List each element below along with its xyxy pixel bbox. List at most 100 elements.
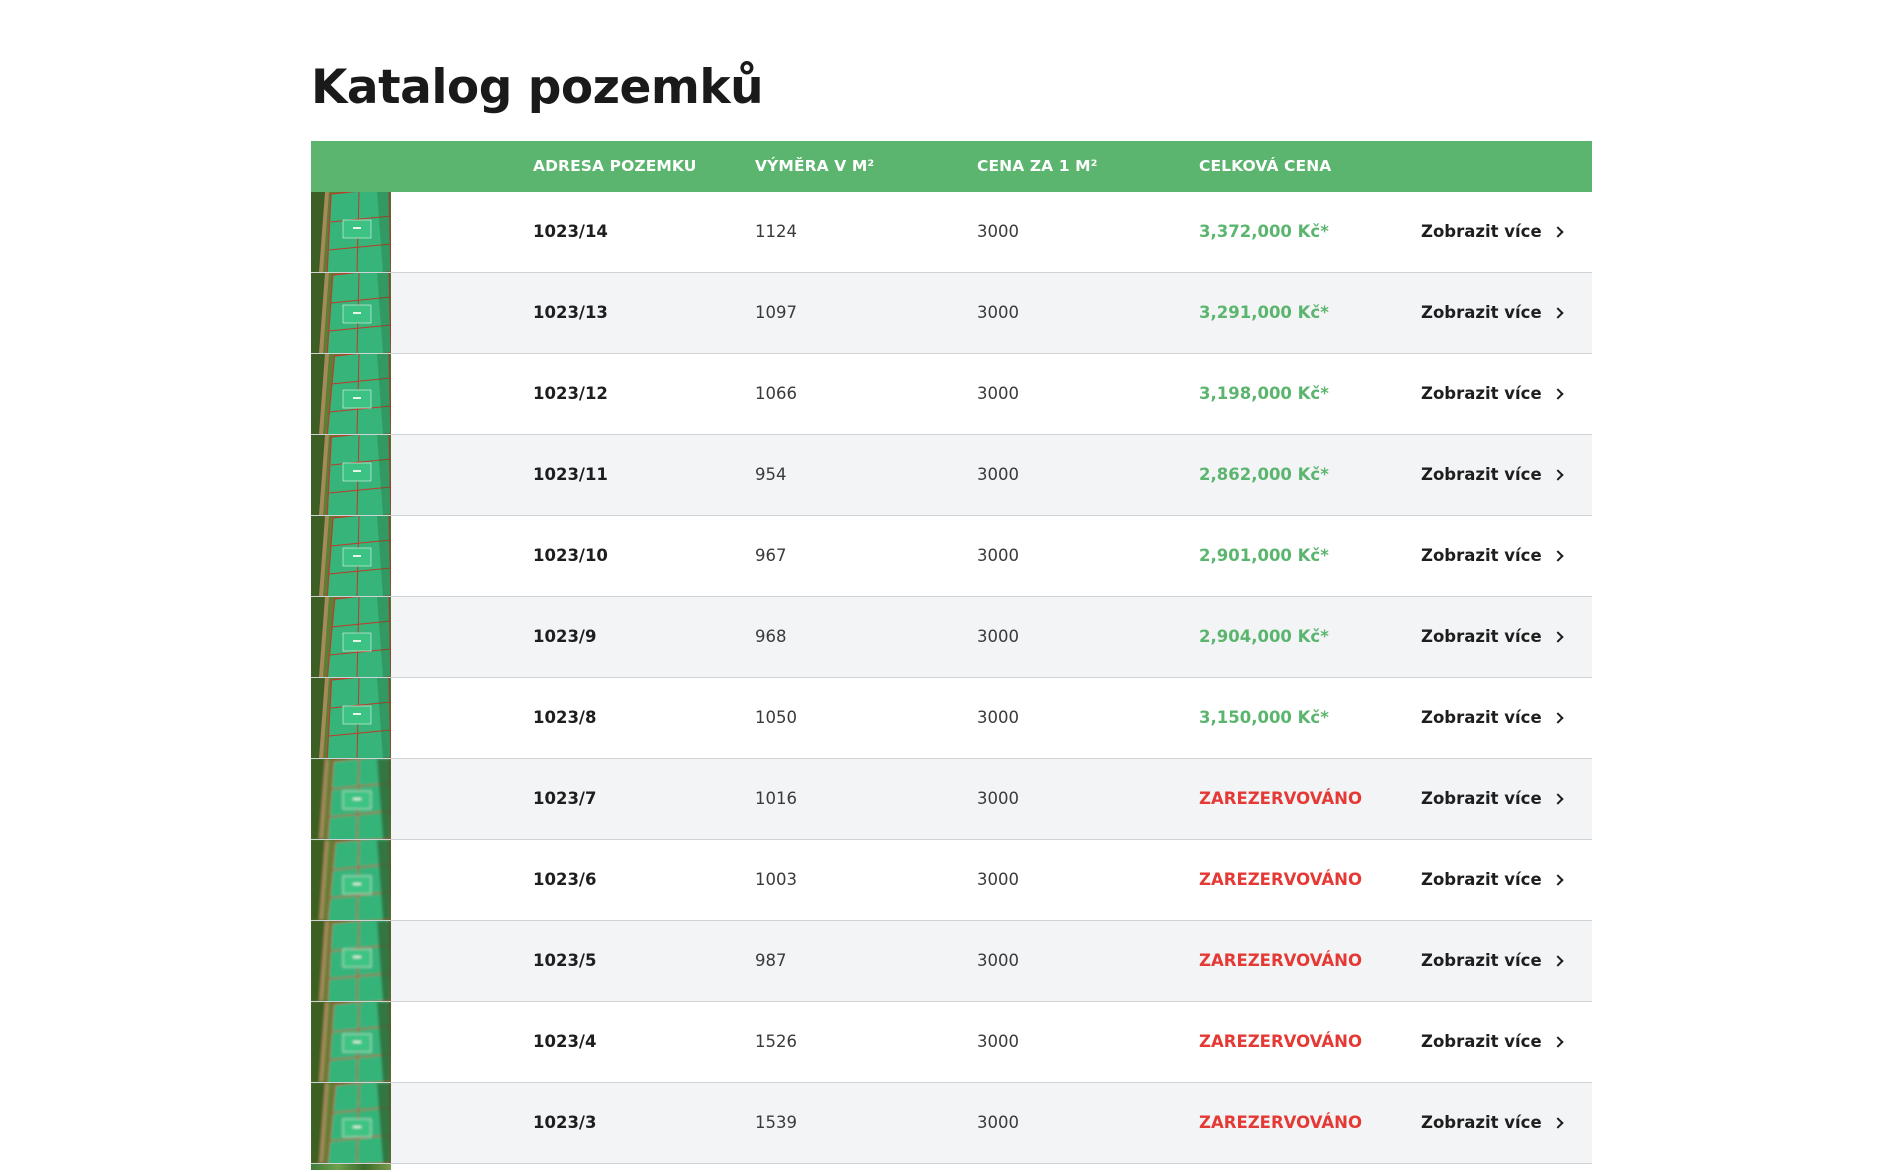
table-row: 1023/8 1050 3000 3,150,000 Kč* Zobrazit více (311, 678, 1592, 759)
plot-thumbnail[interactable] (311, 273, 391, 353)
plot-total-price: 3,150,000 Kč* (1199, 708, 1329, 727)
chevron-right-icon (1551, 226, 1564, 238)
chevron-right-icon (1551, 388, 1564, 400)
plot-catalog-table: ADRESA POZEMKU VÝMĚRA V M² CENA ZA 1 M² … (311, 141, 1592, 1170)
chevron-right-icon (1551, 874, 1564, 886)
plot-area: 1526 (755, 1032, 797, 1051)
show-more-label: Zobrazit více (1421, 384, 1542, 403)
column-header-unit-price: CENA ZA 1 M² (977, 157, 1098, 175)
page-title: Katalog pozemků (311, 60, 764, 115)
show-more-link[interactable]: Zobrazit více (1421, 516, 1564, 596)
plot-area: 1066 (755, 384, 797, 403)
plot-thumbnail[interactable] (311, 678, 391, 758)
plot-thumbnail[interactable] (311, 192, 391, 272)
show-more-label: Zobrazit více (1421, 870, 1542, 889)
show-more-link[interactable]: Zobrazit více (1421, 759, 1564, 839)
plot-unit-price: 3000 (977, 1032, 1019, 1051)
column-header-address: ADRESA POZEMKU (533, 157, 697, 175)
show-more-link[interactable]: Zobrazit více (1421, 273, 1564, 353)
table-header: ADRESA POZEMKU VÝMĚRA V M² CENA ZA 1 M² … (311, 141, 1592, 192)
show-more-link[interactable]: Zobrazit více (1421, 1002, 1564, 1082)
chevron-right-icon (1551, 793, 1564, 805)
plot-address: 1023/11 (533, 465, 608, 484)
column-header-total-price: CELKOVÁ CENA (1199, 157, 1332, 175)
chevron-right-icon (1551, 1117, 1564, 1129)
show-more-label: Zobrazit více (1421, 222, 1542, 241)
plot-area: 1016 (755, 789, 797, 808)
plot-unit-price: 3000 (977, 1113, 1019, 1132)
reserved-status: ZAREZERVOVÁNO (1199, 1032, 1362, 1051)
plot-address: 1023/4 (533, 1032, 597, 1051)
table-body: 1023/14 1124 3000 3,372,000 Kč* Zobrazit víc… (311, 192, 1592, 1164)
plot-thumbnail[interactable] (311, 354, 391, 434)
plot-unit-price: 3000 (977, 546, 1019, 565)
plot-thumbnail[interactable] (311, 921, 391, 1001)
show-more-label: Zobrazit více (1421, 303, 1542, 322)
plot-unit-price: 3000 (977, 627, 1019, 646)
plot-address: 1023/12 (533, 384, 608, 403)
plot-address: 1023/13 (533, 303, 608, 322)
plot-thumbnail[interactable] (311, 1164, 391, 1170)
plot-address: 1023/10 (533, 546, 608, 565)
plot-area: 1097 (755, 303, 797, 322)
show-more-label: Zobrazit více (1421, 708, 1542, 727)
plot-thumbnail[interactable] (311, 1002, 391, 1082)
plot-total-price: 2,901,000 Kč* (1199, 546, 1329, 565)
show-more-link[interactable]: Zobrazit více (1421, 1083, 1564, 1163)
table-row: 1023/10 967 3000 2,901,000 Kč* Zobrazit více (311, 516, 1592, 597)
table-row: 1023/3 1539 3000 ZAREZERVOVÁNO Zobrazit více (311, 1083, 1592, 1164)
plot-unit-price: 3000 (977, 708, 1019, 727)
show-more-link[interactable]: Zobrazit více (1421, 435, 1564, 515)
plot-total-price: 3,291,000 Kč* (1199, 303, 1329, 322)
show-more-label: Zobrazit více (1421, 951, 1542, 970)
plot-thumbnail[interactable] (311, 597, 391, 677)
show-more-label: Zobrazit více (1421, 1032, 1542, 1051)
table-row: 1023/11 954 3000 2,862,000 Kč* Zobrazit více (311, 435, 1592, 516)
table-row: 1023/13 1097 3000 3,291,000 Kč* Zobrazit víc… (311, 273, 1592, 354)
show-more-label: Zobrazit více (1421, 789, 1542, 808)
plot-area: 968 (755, 627, 787, 646)
plot-total-price: 3,198,000 Kč* (1199, 384, 1329, 403)
plot-address: 1023/6 (533, 870, 597, 889)
plot-area: 1003 (755, 870, 797, 889)
chevron-right-icon (1551, 1036, 1564, 1048)
plot-thumbnail[interactable] (311, 1083, 391, 1163)
chevron-right-icon (1551, 712, 1564, 724)
plot-area: 1539 (755, 1113, 797, 1132)
plot-unit-price: 3000 (977, 303, 1019, 322)
plot-address: 1023/8 (533, 708, 597, 727)
show-more-label: Zobrazit více (1421, 1113, 1542, 1132)
plot-unit-price: 3000 (977, 384, 1019, 403)
plot-unit-price: 3000 (977, 870, 1019, 889)
plot-area: 1050 (755, 708, 797, 727)
show-more-link[interactable]: Zobrazit více (1421, 192, 1564, 272)
plot-total-price: 2,862,000 Kč* (1199, 465, 1329, 484)
chevron-right-icon (1551, 550, 1564, 562)
plot-thumbnail[interactable] (311, 759, 391, 839)
plot-unit-price: 3000 (977, 465, 1019, 484)
chevron-right-icon (1551, 307, 1564, 319)
reserved-status: ZAREZERVOVÁNO (1199, 951, 1362, 970)
table-row: 1023/9 968 3000 2,904,000 Kč* Zobrazit více (311, 597, 1592, 678)
plot-area: 967 (755, 546, 787, 565)
show-more-link[interactable]: Zobrazit více (1421, 354, 1564, 434)
chevron-right-icon (1551, 955, 1564, 967)
table-row: 1023/6 1003 3000 ZAREZERVOVÁNO Zobrazit více (311, 840, 1592, 921)
show-more-link[interactable]: Zobrazit více (1421, 840, 1564, 920)
column-header-area: VÝMĚRA V M² (755, 157, 875, 175)
plot-total-price: 3,372,000 Kč* (1199, 222, 1329, 241)
show-more-link[interactable]: Zobrazit více (1421, 597, 1564, 677)
show-more-link[interactable]: Zobrazit více (1421, 678, 1564, 758)
plot-address: 1023/14 (533, 222, 608, 241)
reserved-status: ZAREZERVOVÁNO (1199, 1113, 1362, 1132)
plot-thumbnail[interactable] (311, 435, 391, 515)
table-row: 1023/5 987 3000 ZAREZERVOVÁNO Zobrazit více (311, 921, 1592, 1002)
table-row: 1023/7 1016 3000 ZAREZERVOVÁNO Zobrazit více (311, 759, 1592, 840)
plot-thumbnail[interactable] (311, 516, 391, 596)
show-more-link[interactable]: Zobrazit více (1421, 921, 1564, 1001)
plot-total-price: 2,904,000 Kč* (1199, 627, 1329, 646)
plot-area: 987 (755, 951, 787, 970)
show-more-label: Zobrazit více (1421, 546, 1542, 565)
plot-thumbnail[interactable] (311, 840, 391, 920)
plot-unit-price: 3000 (977, 222, 1019, 241)
